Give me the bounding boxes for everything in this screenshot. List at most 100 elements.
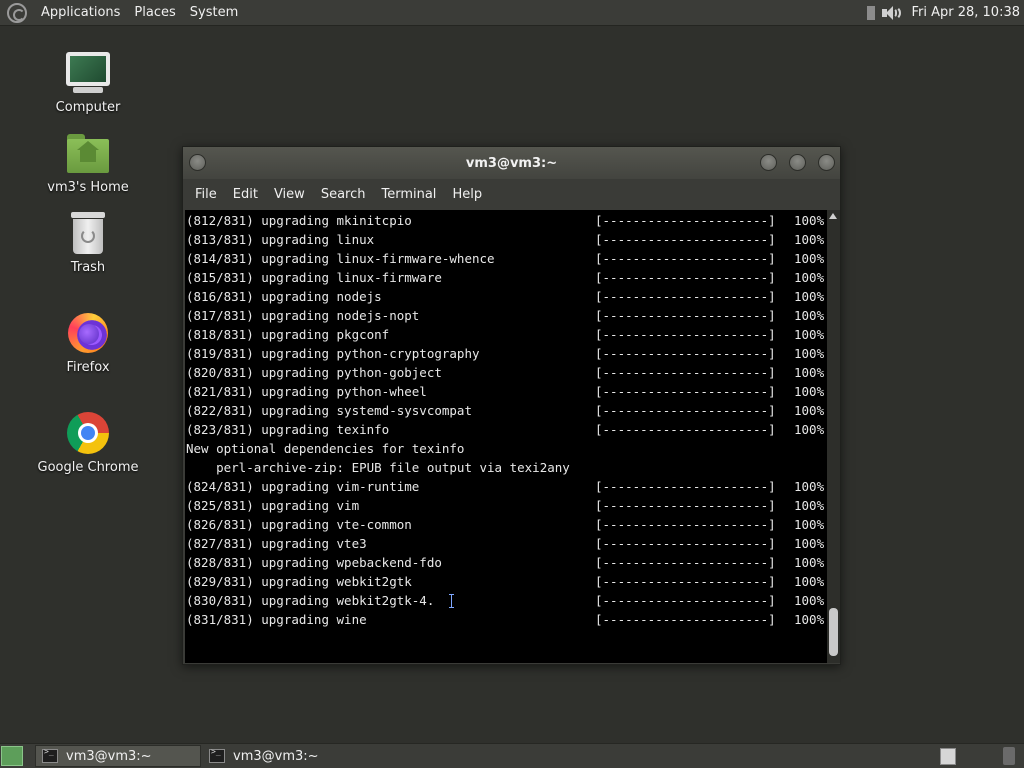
- terminal-line-text: perl-archive-zip: EPUB file output via t…: [186, 460, 570, 475]
- tray-indicator-icon[interactable]: [867, 5, 876, 20]
- terminal-line-text: (823/831) upgrading texinfo: [186, 422, 390, 437]
- terminal-line: (824/831) upgrading vim-runtime [--------…: [186, 477, 827, 496]
- progress-bar-text: [----------------------]: [595, 593, 776, 608]
- progress-bar-text: [----------------------]: [595, 213, 776, 228]
- taskbar-item-terminal-2[interactable]: vm3@vm3:~: [203, 745, 369, 767]
- progress-bar-text: [----------------------]: [595, 517, 776, 532]
- terminal-output[interactable]: (812/831) upgrading mkinitcpio [---------…: [185, 210, 827, 663]
- progress-percent: 100%: [794, 612, 825, 627]
- terminal-line-text: (831/831) upgrading wine: [186, 612, 367, 627]
- minimize-button[interactable]: [760, 154, 777, 171]
- progress-percent: 100%: [794, 270, 825, 285]
- computer-icon: [65, 50, 111, 96]
- progress-bar-text: [----------------------]: [595, 327, 776, 342]
- desktop-icon-label: Google Chrome: [37, 460, 139, 475]
- workspace-switcher[interactable]: [940, 748, 956, 765]
- terminal-line-text: (828/831) upgrading wpebackend-fdo: [186, 555, 442, 570]
- terminal-line-text: (829/831) upgrading webkit2gtk: [186, 574, 412, 589]
- terminal-line: (829/831) upgrading webkit2gtk [---------…: [186, 572, 827, 591]
- distro-logo-icon[interactable]: [7, 2, 27, 23]
- progress-percent: 100%: [794, 346, 825, 361]
- terminal-window[interactable]: vm3@vm3:~ File Edit View Search Terminal…: [182, 146, 841, 665]
- menu-edit[interactable]: Edit: [225, 187, 266, 202]
- terminal-line: (820/831) upgrading python-gobject [-----…: [186, 363, 827, 382]
- desktop-icon-firefox[interactable]: Firefox: [33, 310, 143, 375]
- maximize-button[interactable]: [789, 154, 806, 171]
- menu-file[interactable]: File: [187, 187, 225, 202]
- progress-percent: 100%: [794, 384, 825, 399]
- progress-percent: 100%: [794, 422, 825, 437]
- progress-percent: 100%: [794, 536, 825, 551]
- progress-percent: 100%: [794, 232, 825, 247]
- top-panel: Applications Places System Fri Apr 28, 1…: [0, 0, 1024, 26]
- progress-percent: 100%: [794, 498, 825, 513]
- menu-system[interactable]: System: [183, 5, 245, 20]
- menu-search[interactable]: Search: [313, 187, 374, 202]
- window-title: vm3@vm3:~: [465, 155, 558, 171]
- desktop-icon-computer[interactable]: Computer: [33, 50, 143, 115]
- progress-percent: 100%: [794, 289, 825, 304]
- menu-places[interactable]: Places: [127, 5, 182, 20]
- terminal-line: (822/831) upgrading systemd-sysvcompat [-…: [186, 401, 827, 420]
- menu-applications[interactable]: Applications: [34, 5, 127, 20]
- terminal-line: (827/831) upgrading vte3 [---------------…: [186, 534, 827, 553]
- desktop-icon-home[interactable]: vm3's Home: [33, 130, 143, 195]
- clock[interactable]: Fri Apr 28, 10:38: [911, 5, 1020, 20]
- progress-percent: 100%: [794, 213, 825, 228]
- chrome-icon: [65, 410, 111, 456]
- scroll-thumb[interactable]: [829, 608, 838, 656]
- trash-applet-icon[interactable]: [1003, 747, 1015, 765]
- progress-bar-text: [----------------------]: [595, 346, 776, 361]
- progress-percent: 100%: [794, 327, 825, 342]
- bottom-panel: vm3@vm3:~ vm3@vm3:~: [0, 743, 1024, 768]
- terminal-line: (821/831) upgrading python-wheel [-------…: [186, 382, 827, 401]
- terminal-line: (813/831) upgrading linux [--------------…: [186, 230, 827, 249]
- progress-bar-text: [----------------------]: [595, 251, 776, 266]
- terminal-line-text: (812/831) upgrading mkinitcpio: [186, 213, 412, 228]
- terminal-icon: [209, 747, 225, 763]
- menu-view[interactable]: View: [266, 187, 313, 202]
- terminal-line-text: (827/831) upgrading vte3: [186, 536, 367, 551]
- terminal-line: (823/831) upgrading texinfo [------------…: [186, 420, 827, 439]
- menu-help[interactable]: Help: [444, 187, 490, 202]
- terminal-line: (814/831) upgrading linux-firmware-whenc…: [186, 249, 827, 268]
- menu-terminal[interactable]: Terminal: [373, 187, 444, 202]
- terminal-line-text: (815/831) upgrading linux-firmware: [186, 270, 442, 285]
- terminal-line: (815/831) upgrading linux-firmware [-----…: [186, 268, 827, 287]
- progress-percent: 100%: [794, 308, 825, 323]
- terminal-line-text: (820/831) upgrading python-gobject: [186, 365, 442, 380]
- progress-bar-text: [----------------------]: [595, 422, 776, 437]
- desktop-icon-label: vm3's Home: [47, 180, 129, 195]
- terminal-menubar: File Edit View Search Terminal Help: [183, 179, 840, 210]
- progress-percent: 100%: [794, 555, 825, 570]
- terminal-line: (831/831) upgrading wine [---------------…: [186, 610, 827, 629]
- progress-percent: 100%: [794, 574, 825, 589]
- terminal-icon: [42, 747, 58, 763]
- desktop-icon-label: Trash: [70, 260, 106, 275]
- terminal-line-text: (816/831) upgrading nodejs: [186, 289, 382, 304]
- terminal-line: (817/831) upgrading nodejs-nopt [--------…: [186, 306, 827, 325]
- terminal-line: (830/831) upgrading webkit2gtk-4. [------…: [186, 591, 827, 610]
- progress-bar-text: [----------------------]: [595, 289, 776, 304]
- volume-icon[interactable]: [881, 5, 902, 21]
- progress-bar-text: [----------------------]: [595, 574, 776, 589]
- progress-percent: 100%: [794, 479, 825, 494]
- progress-percent: 100%: [794, 403, 825, 418]
- scroll-up-arrow-icon[interactable]: [829, 213, 837, 219]
- taskbar-item-terminal-1[interactable]: vm3@vm3:~: [35, 745, 201, 767]
- home-folder-icon: [65, 130, 111, 176]
- progress-bar-text: [----------------------]: [595, 498, 776, 513]
- window-titlebar[interactable]: vm3@vm3:~: [183, 147, 840, 179]
- window-menu-button[interactable]: [189, 154, 206, 171]
- progress-bar-text: [----------------------]: [595, 232, 776, 247]
- terminal-scrollbar[interactable]: [827, 210, 840, 663]
- terminal-line-text: New optional dependencies for texinfo: [186, 441, 465, 456]
- close-button[interactable]: [818, 154, 835, 171]
- desktop-icon-chrome[interactable]: Google Chrome: [33, 410, 143, 475]
- desktop-icon-trash[interactable]: Trash: [33, 210, 143, 275]
- trash-icon: [65, 210, 111, 256]
- terminal-line-text: (819/831) upgrading python-cryptography: [186, 346, 480, 361]
- taskbar-item-label: vm3@vm3:~: [233, 748, 319, 764]
- firefox-icon: [65, 310, 111, 356]
- show-desktop-icon[interactable]: [1, 746, 23, 766]
